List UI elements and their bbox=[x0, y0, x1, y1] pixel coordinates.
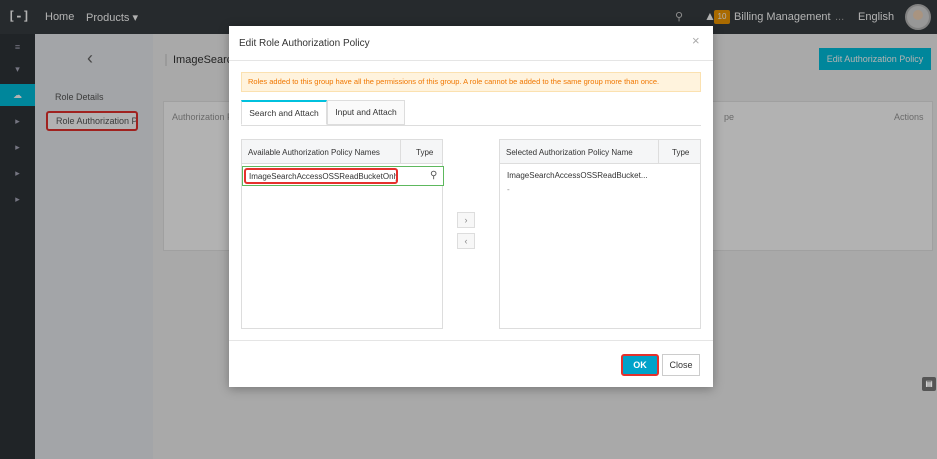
selected-policy-item[interactable]: ImageSearchAccessOSSReadBucket... bbox=[507, 171, 648, 180]
tab-input-and-attach[interactable]: Input and Attach bbox=[327, 100, 405, 125]
notice-banner: Roles added to this group have all the p… bbox=[241, 72, 701, 92]
panel-header: Selected Authorization Policy Name Type bbox=[500, 140, 700, 164]
close-icon[interactable]: × bbox=[692, 33, 700, 48]
available-policies-panel: Available Authorization Policy Names Typ… bbox=[241, 139, 444, 329]
selected-policy-type: - bbox=[507, 185, 510, 194]
header-selected-policy-name: Selected Authorization Policy Name bbox=[506, 148, 633, 157]
panel-header: Available Authorization Policy Names Typ… bbox=[242, 140, 442, 164]
dialog-title: Edit Role Authorization Policy bbox=[239, 38, 370, 49]
ok-button[interactable]: OK bbox=[621, 354, 659, 376]
header-available-policy-names: Available Authorization Policy Names bbox=[248, 148, 380, 157]
header-type: Type bbox=[672, 148, 690, 157]
move-left-button[interactable]: ‹ bbox=[457, 233, 475, 249]
policy-search-input[interactable] bbox=[244, 168, 398, 184]
selected-policies-panel: Selected Authorization Policy Name Type … bbox=[499, 139, 701, 329]
search-icon[interactable]: ⚲ bbox=[430, 170, 437, 181]
move-right-button[interactable]: › bbox=[457, 212, 475, 228]
divider bbox=[229, 340, 713, 341]
divider bbox=[400, 140, 401, 164]
divider bbox=[658, 140, 659, 164]
tab-search-and-attach[interactable]: Search and Attach bbox=[241, 100, 327, 125]
feedback-icon[interactable]: ▤ bbox=[922, 377, 936, 391]
divider bbox=[229, 60, 713, 61]
policy-search-field: ⚲ bbox=[242, 166, 444, 186]
header-type: Type bbox=[416, 148, 434, 157]
edit-role-authorization-policy-dialog: Edit Role Authorization Policy × Roles a… bbox=[229, 26, 713, 387]
close-button[interactable]: Close bbox=[662, 354, 700, 376]
tab-underline bbox=[241, 125, 701, 126]
